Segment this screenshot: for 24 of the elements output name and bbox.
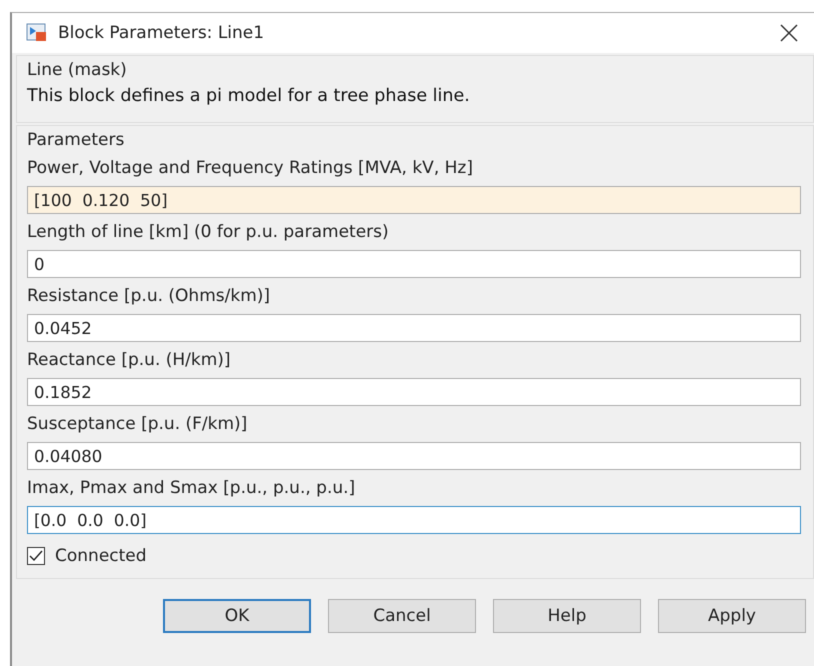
field-label: Resistance [p.u. (Ohms/km)] <box>27 286 272 306</box>
close-button[interactable] <box>778 22 800 44</box>
dialog-button[interactable]: Cancel <box>328 599 476 633</box>
dialog-button[interactable]: Help <box>493 599 641 633</box>
group-title: Line (mask) <box>27 60 128 80</box>
input-field[interactable]: 0.04080 <box>27 442 801 470</box>
block-icon <box>26 23 48 43</box>
group-title: Parameters <box>27 130 126 150</box>
checkbox-label: Connected <box>55 546 147 566</box>
input-field[interactable]: 0.1852 <box>27 378 801 406</box>
checkbox[interactable] <box>27 547 45 565</box>
window-title: Block Parameters: Line1 <box>58 23 266 43</box>
dialog-button[interactable]: Apply <box>658 599 806 633</box>
description-text: This block defines a pi model for a tree phase line. <box>27 86 471 106</box>
field-label: Susceptance [p.u. (F/km)] <box>27 414 248 434</box>
field-label: Power, Voltage and Frequency Ratings [MVA, kV, Hz] <box>27 158 474 178</box>
input-field[interactable]: [0.0 0.0 0.0] <box>27 506 801 534</box>
field-label: Length of line [km] (0 for p.u. parameters) <box>27 222 390 242</box>
input-field[interactable]: 0.0452 <box>27 314 801 342</box>
field-label: Imax, Pmax and Smax [p.u., p.u., p.u.] <box>27 478 356 498</box>
dialog-button[interactable]: OK <box>163 599 311 633</box>
input-field[interactable]: 0 <box>27 250 801 278</box>
input-field[interactable]: [100 0.120 50] <box>27 186 801 214</box>
field-label: Reactance [p.u. (H/km)] <box>27 350 232 370</box>
